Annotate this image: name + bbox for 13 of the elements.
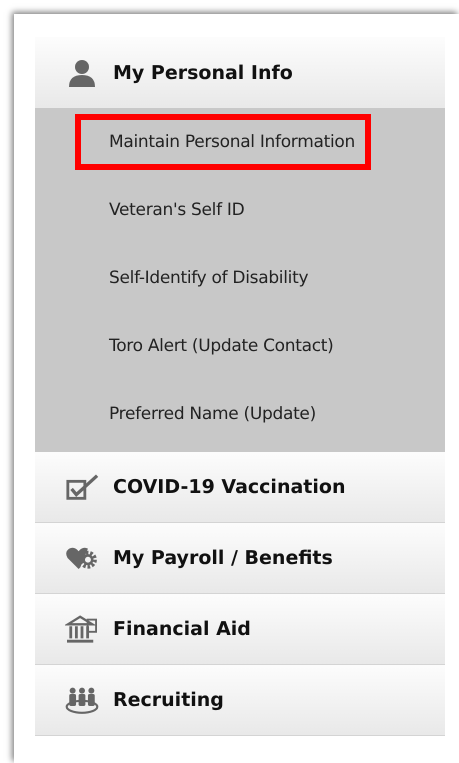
people-icon — [65, 685, 99, 715]
submenu-link[interactable]: Maintain Personal Information — [75, 114, 371, 170]
submenu-link[interactable]: Preferred Name (Update) — [75, 386, 332, 442]
checkbox-icon — [65, 472, 99, 502]
menu-section-button[interactable]: My Payroll / Benefits — [35, 523, 445, 594]
menu-section-button[interactable]: Financial Aid — [35, 594, 445, 665]
menu-section-button[interactable]: Recruiting — [35, 665, 445, 736]
submenu-link[interactable]: Self-Identify of Disability — [75, 250, 324, 306]
submenu-link[interactable]: Toro Alert (Update Contact) — [75, 318, 350, 374]
menu-section-button[interactable]: My Personal Info — [35, 37, 445, 108]
menu-section-button[interactable]: COVID-19 Vaccination — [35, 452, 445, 523]
submenu-link[interactable]: Veteran's Self ID — [75, 182, 260, 238]
bank-icon — [65, 614, 99, 644]
